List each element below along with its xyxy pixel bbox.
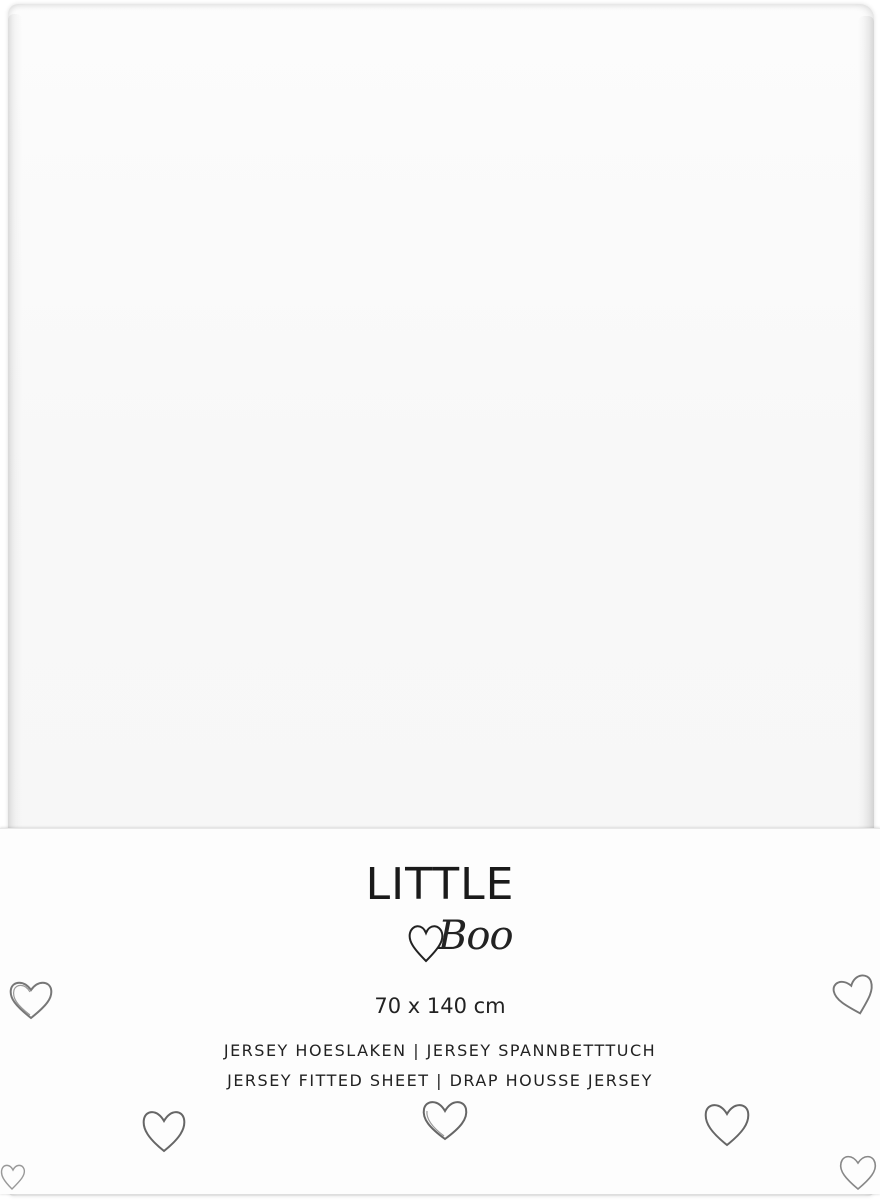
heart-icon (422, 1101, 468, 1141)
heart-icon (839, 1155, 877, 1191)
packaging-band: LITTLE Boo 70 x 140 cm JERSEY HOESLAKEN … (0, 828, 880, 1194)
product-title-en-fr: JERSEY FITTED SHEET | DRAP HOUSSE JERSEY (227, 1071, 653, 1090)
product-size: 70 x 140 cm (374, 994, 506, 1018)
heart-icon (0, 1164, 26, 1190)
heart-icon (832, 974, 873, 1015)
heart-icon (9, 981, 53, 1020)
heart-icon (704, 1104, 750, 1147)
product-title-nl-de: JERSEY HOESLAKEN | JERSEY SPANNBETTTUCH (223, 1041, 657, 1060)
brand-name-script: Boo (438, 913, 514, 959)
product-photo: LITTLE Boo 70 x 140 cm JERSEY HOESLAKEN … (0, 0, 880, 1200)
brand-name-top: LITTLE (365, 859, 515, 910)
heart-icon (142, 1111, 186, 1153)
